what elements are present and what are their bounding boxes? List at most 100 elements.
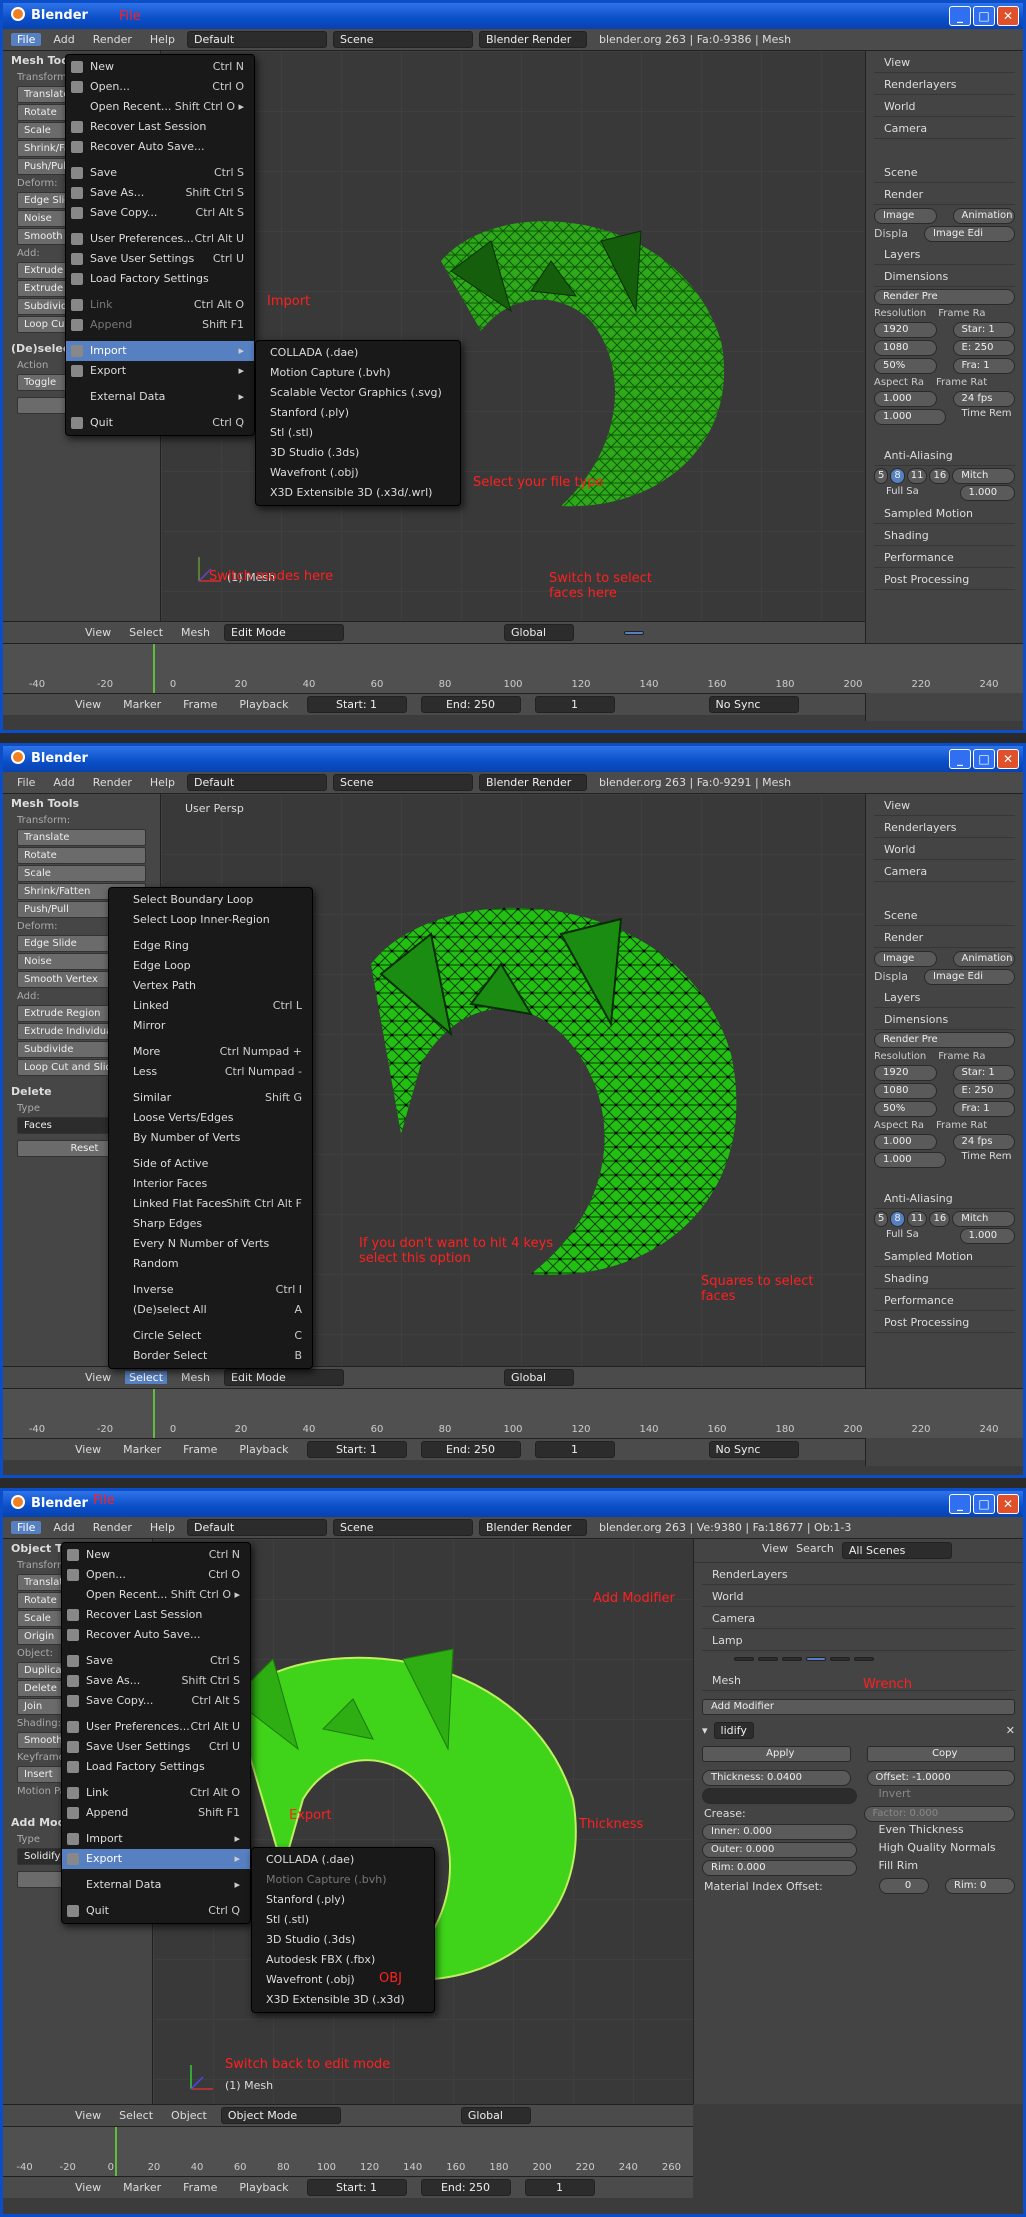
aa-8[interactable]: 8 (890, 468, 905, 484)
sync-select[interactable]: No Sync (708, 1441, 799, 1458)
aspect-y-field[interactable]: 1.000 (874, 1152, 946, 1168)
tl-view-menu[interactable]: View (71, 2181, 105, 2194)
menu-item-save-settings[interactable]: Save User Settings Ctrl U (66, 249, 254, 269)
offset-field[interactable]: Offset: -1.0000 (866, 1770, 1015, 1786)
layers-section[interactable]: Layers (874, 988, 1015, 1008)
outliner-item[interactable]: World (874, 97, 1015, 117)
start-frame-field[interactable]: Start: 1 (306, 696, 407, 713)
layout-selector[interactable]: Default (186, 31, 327, 48)
aspect-x-field[interactable]: 1.000 (874, 391, 937, 407)
import-bvh[interactable]: Motion Capture (.bvh) (256, 363, 460, 383)
outliner-item[interactable]: Camera (874, 119, 1015, 139)
select-item[interactable]: Every N Number of Verts (109, 1234, 312, 1254)
current-frame-field[interactable]: 1 (534, 696, 615, 713)
modifier-expand-icon[interactable]: ▾ (702, 1724, 708, 1737)
menu-help[interactable]: Help (144, 33, 181, 46)
view-menu[interactable]: View (81, 626, 115, 639)
orientation-select[interactable]: Global (504, 1369, 575, 1386)
tl-marker-menu[interactable]: Marker (119, 1443, 165, 1456)
menu-item-save-settings[interactable]: Save User Settings Ctrl U (62, 1737, 250, 1757)
mode-select[interactable]: Edit Mode (224, 1369, 345, 1386)
end-field[interactable]: E: 250 (952, 1083, 1015, 1099)
render-preset-select[interactable]: Render Pre (874, 289, 1015, 305)
select-menu[interactable]: Select (115, 2109, 157, 2122)
rim-field[interactable]: Rim: 0.000 (702, 1860, 857, 1876)
scale-button[interactable]: Scale (17, 865, 146, 882)
select-item[interactable]: More Ctrl Numpad + (109, 1042, 312, 1062)
data-tab-icon[interactable] (830, 1657, 850, 1661)
tl-frame-menu[interactable]: Frame (179, 2181, 221, 2194)
outliner-item-renderlayers[interactable]: RenderLayers (702, 1565, 1015, 1585)
export-x3d[interactable]: X3D Extensible 3D (.x3d) (252, 1990, 434, 2010)
menu-item-factory[interactable]: Load Factory Settings (66, 269, 254, 289)
mode-select[interactable]: Object Mode (220, 2107, 341, 2124)
res-x-field[interactable]: 1920 (874, 322, 937, 338)
minimize-button[interactable]: _ (949, 749, 971, 769)
res-y-field[interactable]: 1080 (874, 340, 937, 356)
apply-button[interactable]: Apply (702, 1746, 851, 1762)
select-item[interactable]: Select Boundary Loop (109, 890, 312, 910)
object-menu[interactable]: Object (167, 2109, 211, 2122)
shading-section[interactable]: Shading (874, 1269, 1015, 1289)
tl-playback-menu[interactable]: Playback (235, 698, 292, 711)
aa-11[interactable]: 11 (906, 1211, 928, 1227)
menu-item-import[interactable]: Import ▸ (66, 341, 254, 361)
select-item-linked-flat-faces[interactable]: Linked Flat Faces Shift Ctrl Alt F (109, 1194, 312, 1214)
menu-item-import[interactable]: Import ▸ (62, 1829, 250, 1849)
select-item[interactable]: Select Loop Inner-Region (109, 910, 312, 930)
menu-help[interactable]: Help (144, 776, 181, 789)
select-item[interactable]: Loose Verts/Edges (109, 1108, 312, 1128)
start-field[interactable]: Star: 1 (952, 1065, 1015, 1081)
select-item[interactable]: Similar Shift G (109, 1088, 312, 1108)
tl-view-menu[interactable]: View (71, 1443, 105, 1456)
outliner-item-camera[interactable]: Camera (702, 1609, 1015, 1629)
aa-filter-select[interactable]: Mitch (952, 468, 1015, 484)
menu-item-open[interactable]: Open... Ctrl O (66, 77, 254, 97)
dimensions-section[interactable]: Dimensions (874, 267, 1015, 287)
aspect-x-field[interactable]: 1.000 (874, 1134, 937, 1150)
menu-item-save-copy[interactable]: Save Copy... Ctrl Alt S (66, 203, 254, 223)
minimize-button[interactable]: _ (949, 6, 971, 26)
anti-aliasing-section[interactable]: Anti-Aliasing (874, 1189, 1015, 1209)
menu-item-open-recent[interactable]: Open Recent... Shift Ctrl O ▸ (62, 1585, 250, 1605)
select-item[interactable]: Mirror (109, 1016, 312, 1036)
menu-item-recover-auto[interactable]: Recover Auto Save... (62, 1625, 250, 1645)
outliner-item[interactable]: Renderlayers (874, 75, 1015, 95)
close-button[interactable]: ✕ (997, 1494, 1019, 1514)
export-collada[interactable]: COLLADA (.dae) (252, 1850, 434, 1870)
import-x3d[interactable]: X3D Extensible 3D (.x3d/.wrl) (256, 483, 460, 503)
invert-checkbox[interactable]: Invert (865, 1787, 1024, 1805)
timeline[interactable]: -40 -20 0 20 40 60 80 100 120 140 160 180 200 220 240 (3, 643, 1023, 693)
sync-select[interactable]: No Sync (708, 696, 799, 713)
export-stl[interactable]: Stl (.stl) (252, 1910, 434, 1930)
export-obj[interactable]: Wavefront (.obj) (252, 1970, 434, 1990)
menu-item-append[interactable]: Append Shift F1 (62, 1803, 250, 1823)
select-item[interactable]: Less Ctrl Numpad - (109, 1062, 312, 1082)
material-tab-icon[interactable] (854, 1657, 874, 1661)
start-frame-field[interactable]: Start: 1 (306, 2179, 407, 2196)
maximize-button[interactable]: □ (973, 749, 995, 769)
select-item[interactable]: (De)select All A (109, 1300, 312, 1320)
menu-item-save-as[interactable]: Save As... Shift Ctrl S (66, 183, 254, 203)
display-select[interactable]: Image Edi (924, 969, 1015, 985)
factor-field[interactable]: Factor: 0.000 (863, 1806, 1015, 1822)
select-item[interactable]: Inverse Ctrl I (109, 1280, 312, 1300)
menu-item-recover-last[interactable]: Recover Last Session (66, 117, 254, 137)
export-3ds[interactable]: 3D Studio (.3ds) (252, 1930, 434, 1950)
post-processing-section[interactable]: Post Processing (874, 1313, 1015, 1333)
view-menu[interactable]: View (81, 1371, 115, 1384)
tl-frame-menu[interactable]: Frame (179, 698, 221, 711)
aa-11[interactable]: 11 (906, 468, 928, 484)
object-tab-icon[interactable] (782, 1657, 802, 1661)
render-section[interactable]: Render (874, 928, 1015, 948)
end-field[interactable]: E: 250 (952, 340, 1015, 356)
vertex-group-field[interactable] (702, 1788, 857, 1804)
menu-item-open[interactable]: Open... Ctrl O (62, 1565, 250, 1585)
menu-render[interactable]: Render (87, 33, 138, 46)
aa-16[interactable]: 16 (929, 1211, 951, 1227)
aa-size-field[interactable]: 1.000 (959, 1228, 1015, 1244)
import-ply[interactable]: Stanford (.ply) (256, 403, 460, 423)
menu-add[interactable]: Add (47, 776, 80, 789)
start-frame-field[interactable]: Start: 1 (306, 1441, 407, 1458)
res-pct-field[interactable]: 50% (874, 358, 937, 374)
